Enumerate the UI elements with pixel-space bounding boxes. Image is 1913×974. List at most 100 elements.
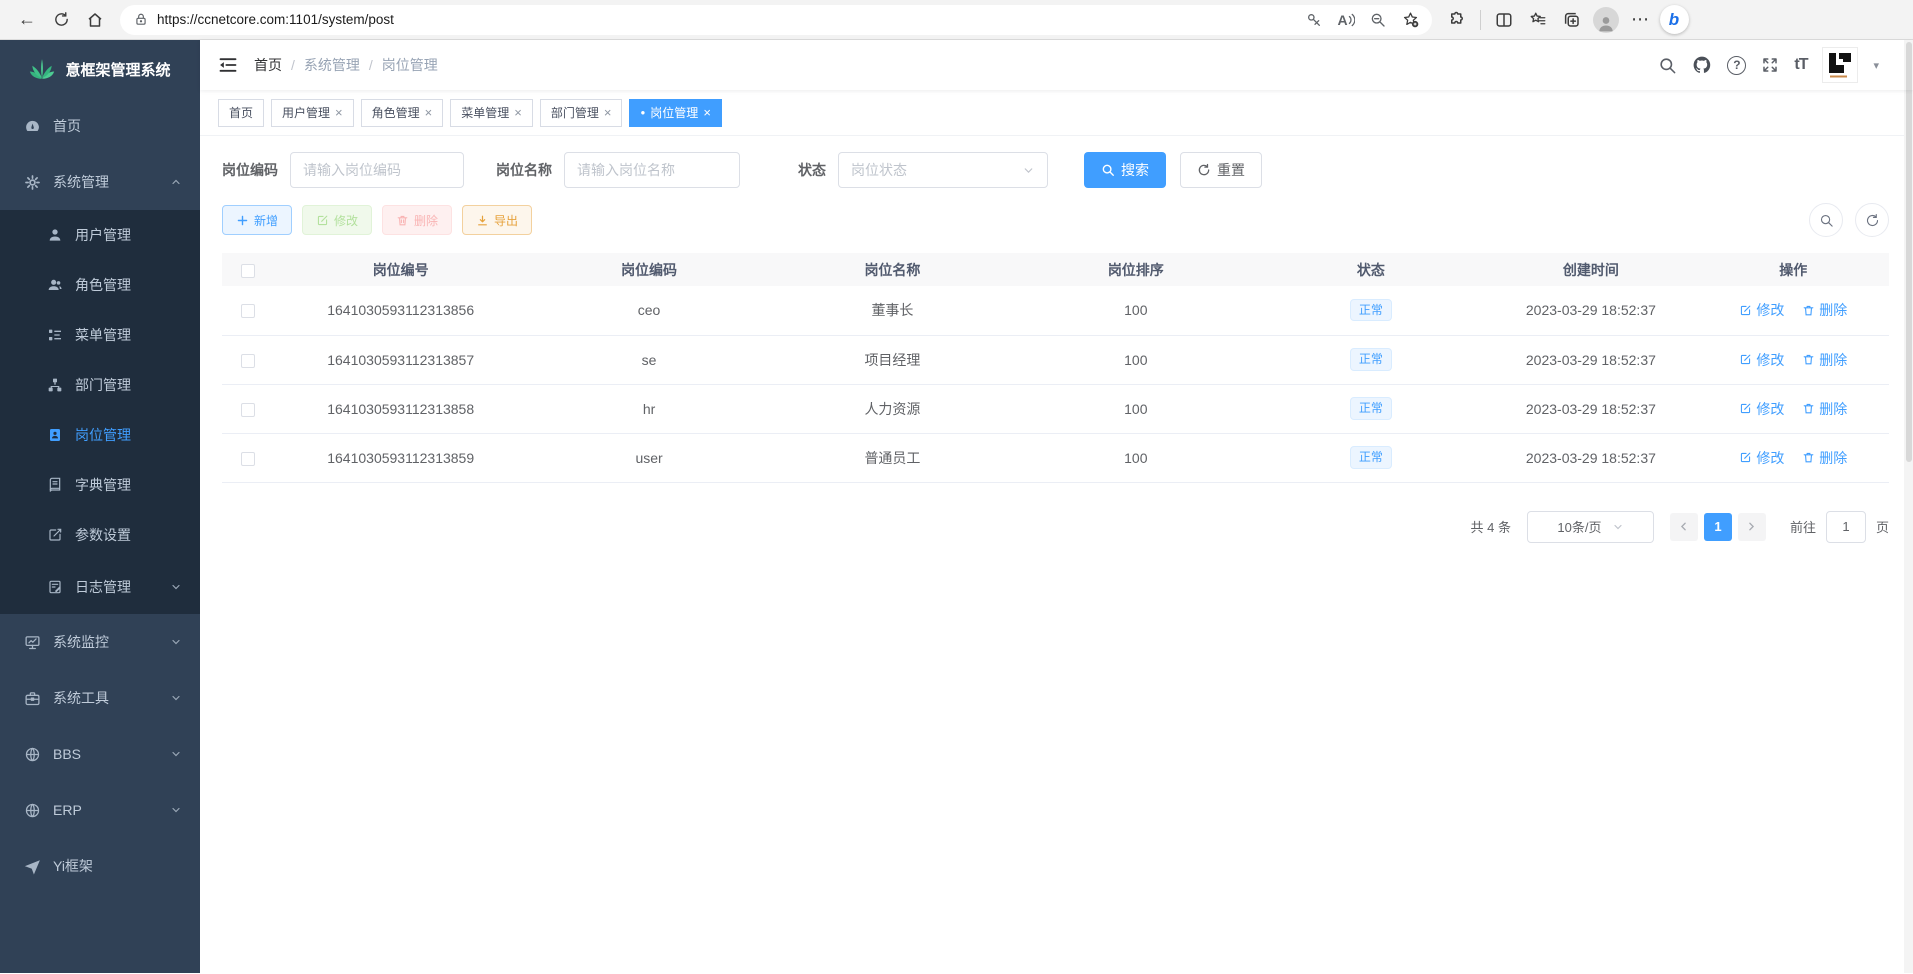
home-icon[interactable]	[78, 4, 112, 36]
browser-menu-icon[interactable]: ⋯	[1623, 4, 1657, 36]
search-icon[interactable]	[1658, 56, 1677, 75]
password-key-icon[interactable]	[1298, 7, 1330, 33]
sidebar-item-param-settings[interactable]: 参数设置	[0, 510, 200, 560]
avatar-caret-icon[interactable]: ▾	[1873, 59, 1879, 72]
read-aloud-icon[interactable]: A	[1330, 7, 1362, 33]
tab-close-icon[interactable]: ×	[514, 105, 522, 120]
tab-user-management[interactable]: 用户管理 ×	[271, 99, 354, 127]
font-size-icon[interactable]: tT	[1794, 56, 1807, 74]
favorites-add-icon[interactable]	[1394, 7, 1426, 33]
browser-profile-avatar[interactable]	[1589, 4, 1623, 36]
row-delete-link[interactable]: 删除	[1802, 448, 1847, 468]
row-checkbox[interactable]	[241, 452, 255, 466]
chevron-down-icon	[1612, 521, 1624, 533]
address-bar[interactable]: https://ccnetcore.com:1101/system/post A	[120, 5, 1432, 35]
row-delete-link[interactable]: 删除	[1802, 399, 1847, 419]
sidebar-label: 用户管理	[75, 225, 131, 245]
tab-dept-management[interactable]: 部门管理 ×	[540, 99, 623, 127]
tab-menu-management[interactable]: 菜单管理 ×	[450, 99, 533, 127]
log-icon	[46, 579, 63, 596]
export-button[interactable]: 导出	[462, 205, 532, 235]
sidebar-collapse-icon[interactable]	[218, 55, 238, 75]
pagination: 共 4 条 10条/页 1 前往 页	[222, 511, 1889, 543]
row-edit-link[interactable]: 修改	[1739, 350, 1784, 370]
row-edit-link[interactable]: 修改	[1739, 448, 1784, 468]
sidebar-item-log-management[interactable]: 日志管理	[0, 560, 200, 614]
refresh-icon[interactable]	[44, 4, 78, 36]
collections-icon[interactable]	[1521, 4, 1555, 36]
tab-home[interactable]: 首页	[218, 99, 264, 127]
split-screen-icon[interactable]	[1487, 4, 1521, 36]
sidebar-item-bbs[interactable]: BBS	[0, 726, 200, 782]
scrollbar-thumb[interactable]	[1906, 42, 1912, 462]
tab-post-management[interactable]: ● 岗位管理 ×	[629, 99, 721, 127]
row-checkbox[interactable]	[241, 403, 255, 417]
question-mark: ?	[1733, 58, 1740, 72]
cell-post-sort: 100	[1014, 433, 1257, 482]
tab-close-icon[interactable]: ×	[335, 105, 343, 120]
page-content: 岗位编码 岗位名称 状态 岗位状态 搜索 重置	[200, 136, 1913, 543]
status-badge: 正常	[1350, 446, 1392, 468]
sidebar-item-menu-management[interactable]: 菜单管理	[0, 310, 200, 360]
help-icon[interactable]: ?	[1727, 56, 1746, 75]
bing-chat-icon[interactable]: b	[1657, 4, 1691, 36]
sidebar-item-dept-management[interactable]: 部门管理	[0, 360, 200, 410]
tab-close-icon[interactable]: ×	[604, 105, 612, 120]
refresh-table-button[interactable]	[1855, 203, 1889, 237]
goto-page-input[interactable]	[1826, 511, 1866, 543]
tab-role-management[interactable]: 角色管理 ×	[361, 99, 444, 127]
post-code-input[interactable]	[290, 152, 464, 188]
next-page-button[interactable]	[1738, 513, 1766, 541]
edit-icon	[1739, 402, 1752, 415]
navbar-actions: ? tT ▾	[1658, 47, 1893, 83]
page-number-button[interactable]: 1	[1704, 513, 1732, 541]
row-edit-link[interactable]: 修改	[1739, 399, 1784, 419]
tab-close-icon[interactable]: ×	[425, 105, 433, 120]
sidebar-item-yi-framework[interactable]: Yi框架	[0, 838, 200, 894]
page-scrollbar[interactable]	[1904, 40, 1913, 973]
sidebar-item-user-management[interactable]: 用户管理	[0, 210, 200, 260]
user-avatar[interactable]	[1822, 47, 1858, 83]
github-icon[interactable]	[1692, 55, 1712, 75]
cell-post-name: 普通员工	[771, 433, 1014, 482]
sidebar-item-system-management[interactable]: 系统管理	[0, 154, 200, 210]
browser-toolbar: ← https://ccnetcore.com:1101/system/post…	[0, 0, 1913, 40]
sidebar-item-dict-management[interactable]: 字典管理	[0, 460, 200, 510]
post-code-label: 岗位编码	[222, 160, 278, 180]
url-text[interactable]: https://ccnetcore.com:1101/system/post	[157, 12, 1298, 27]
fullscreen-icon[interactable]	[1761, 56, 1779, 74]
back-icon[interactable]: ←	[10, 4, 44, 36]
status-select[interactable]: 岗位状态	[838, 152, 1048, 188]
page-size-select[interactable]: 10条/页	[1527, 511, 1654, 543]
sidebar-item-erp[interactable]: ERP	[0, 782, 200, 838]
reset-button[interactable]: 重置	[1180, 152, 1262, 188]
sidebar-item-system-monitor[interactable]: 系统监控	[0, 614, 200, 670]
row-checkbox[interactable]	[241, 354, 255, 368]
post-name-input[interactable]	[564, 152, 740, 188]
sidebar-item-system-tools[interactable]: 系统工具	[0, 670, 200, 726]
prev-page-button[interactable]	[1670, 513, 1698, 541]
table-row: 1641030593112313858 hr 人力资源 100 正常 2023-…	[222, 384, 1889, 433]
toggle-search-button[interactable]	[1809, 203, 1843, 237]
app-title: 意框架管理系统	[65, 59, 170, 80]
profile-person-icon	[1593, 7, 1619, 33]
add-button[interactable]: 新增	[222, 205, 292, 235]
sidebar-label: 参数设置	[75, 525, 131, 545]
extensions-icon[interactable]	[1440, 4, 1474, 36]
tab-label: 岗位管理	[650, 104, 698, 121]
tab-close-icon[interactable]: ×	[703, 105, 711, 120]
row-checkbox[interactable]	[241, 304, 255, 318]
row-delete-link[interactable]: 删除	[1802, 350, 1847, 370]
edit-button[interactable]: 修改	[302, 205, 372, 235]
sidebar-item-post-management[interactable]: 岗位管理	[0, 410, 200, 460]
row-edit-link[interactable]: 修改	[1739, 300, 1784, 320]
row-delete-link[interactable]: 删除	[1802, 300, 1847, 320]
select-all-checkbox[interactable]	[241, 264, 255, 278]
search-button[interactable]: 搜索	[1084, 152, 1166, 188]
sidebar-item-role-management[interactable]: 角色管理	[0, 260, 200, 310]
breadcrumb-home[interactable]: 首页	[254, 55, 282, 75]
tab-actions-icon[interactable]	[1555, 4, 1589, 36]
sidebar-item-home[interactable]: 首页	[0, 98, 200, 154]
zoom-out-icon[interactable]	[1362, 7, 1394, 33]
delete-button[interactable]: 删除	[382, 205, 452, 235]
